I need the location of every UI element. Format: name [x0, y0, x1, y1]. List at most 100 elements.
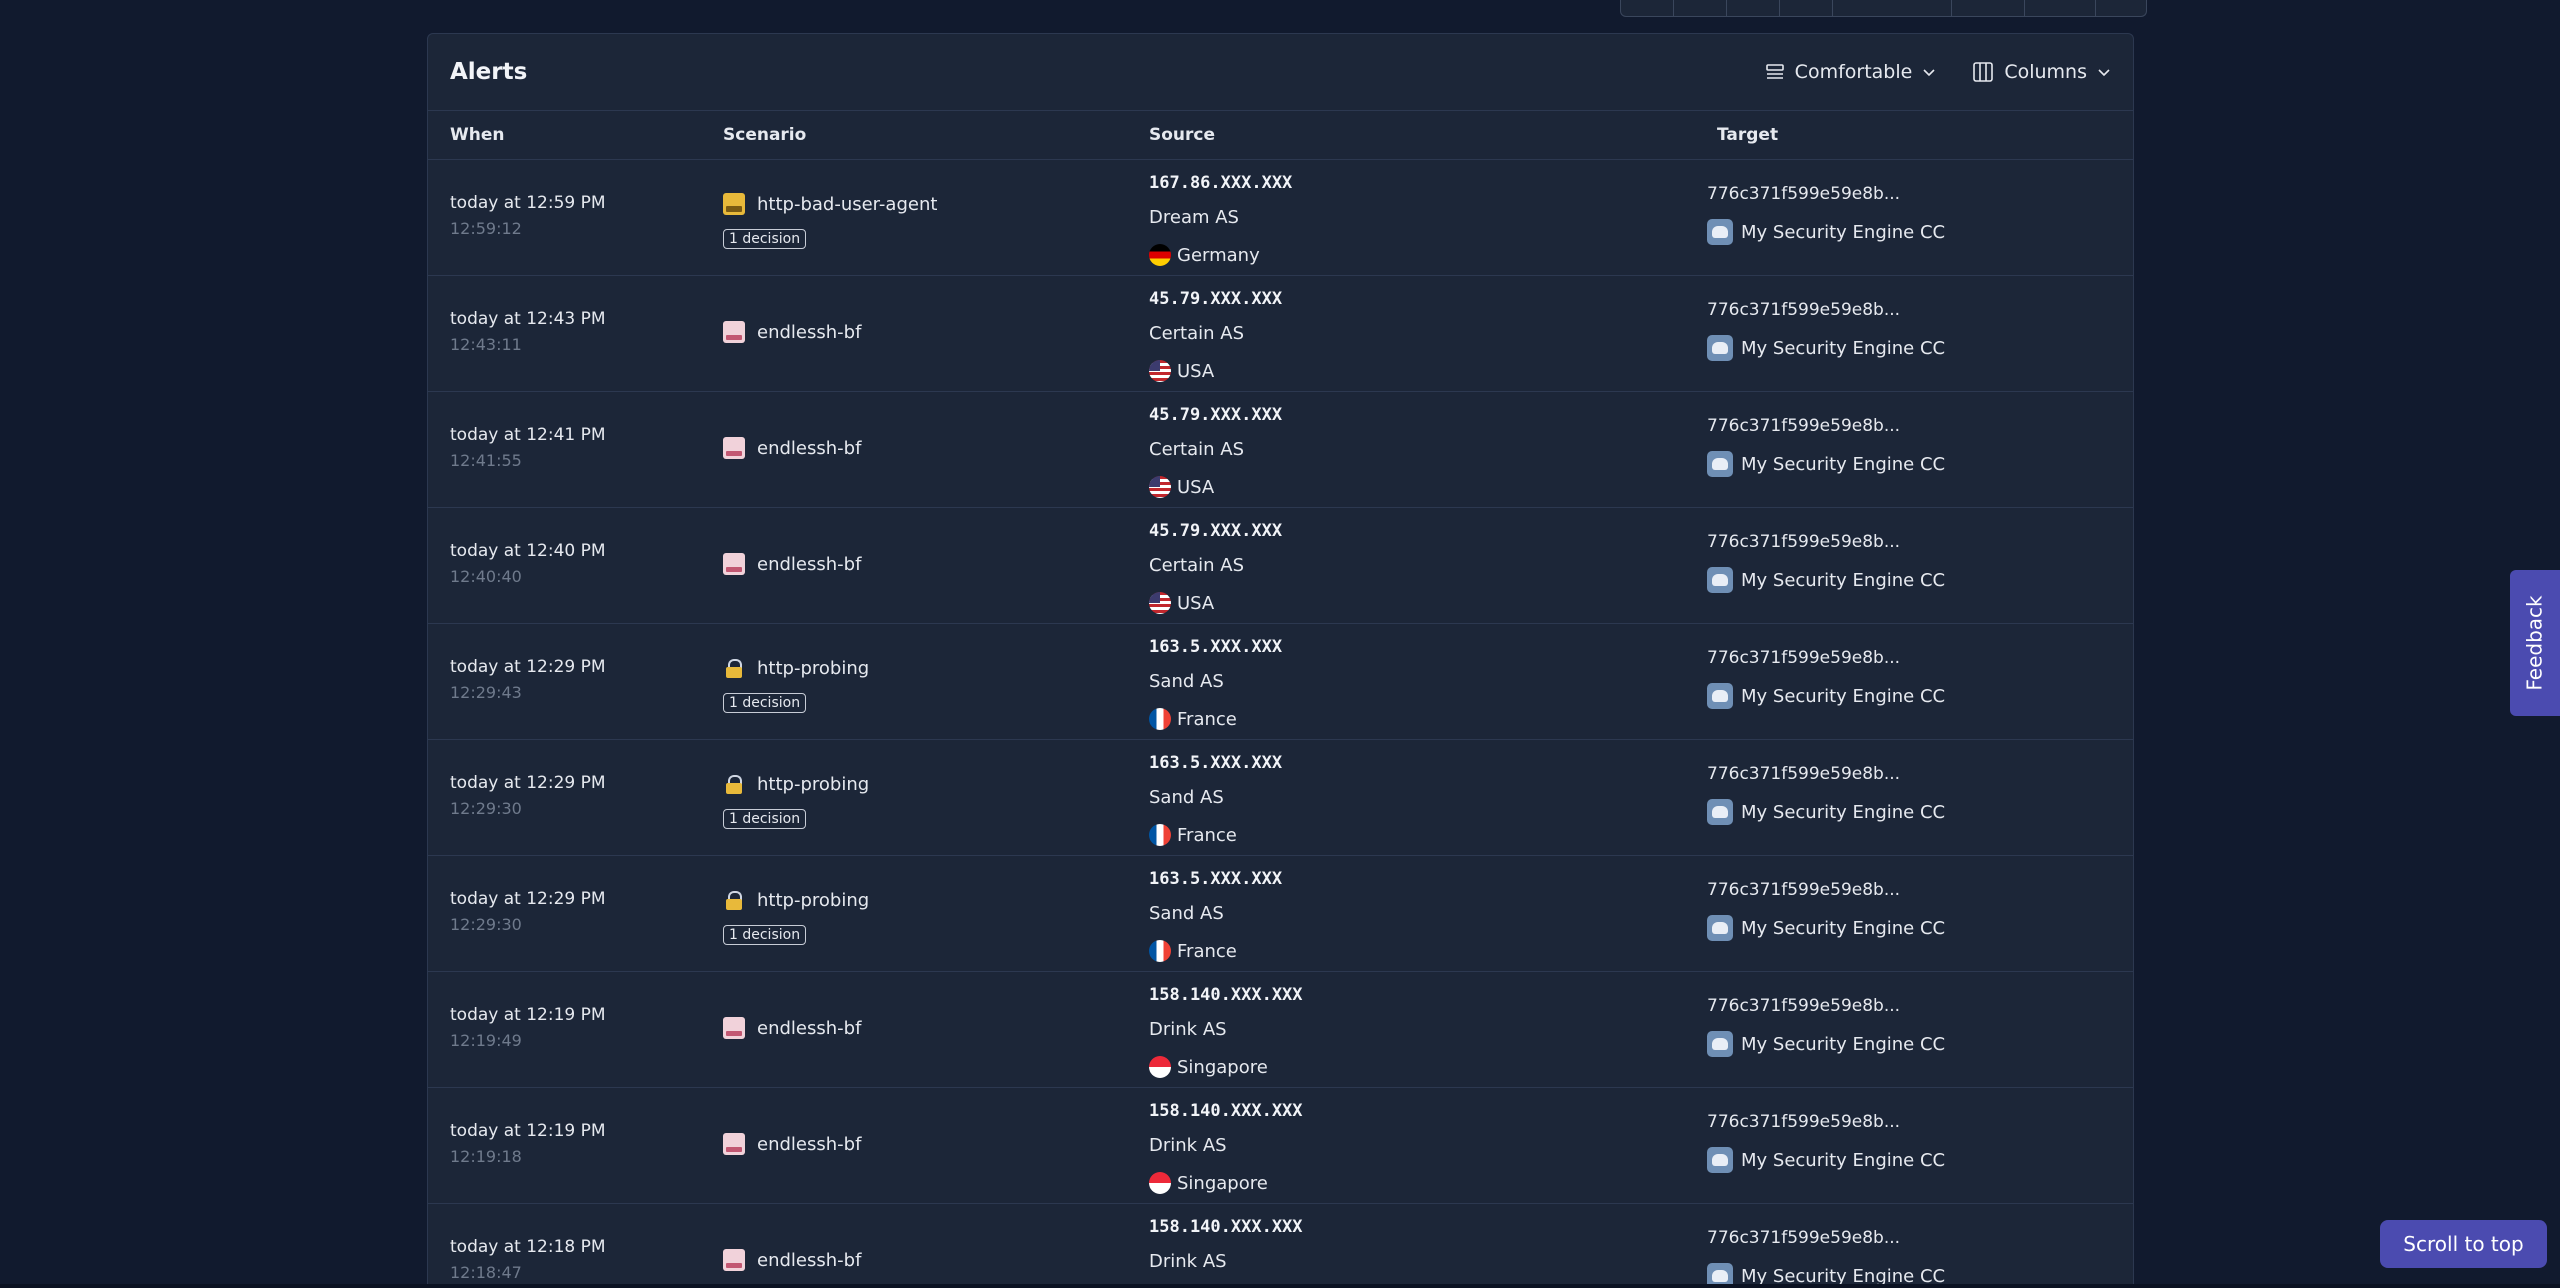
pagination-page-button[interactable]	[1727, 0, 1780, 16]
source-ip[interactable]: 158.140.XXX.XXX	[1149, 1217, 1303, 1237]
source-as: Drink AS	[1149, 1019, 1227, 1040]
security-engine-icon	[1707, 683, 1733, 709]
table-row[interactable]: today at 12:19 PM 12:19:18 endlessh-bf 1…	[428, 1088, 2133, 1204]
alert-scenario[interactable]: endlessh-bf	[723, 1249, 861, 1271]
table-row[interactable]: today at 12:29 PM 12:29:30 http-probing …	[428, 740, 2133, 856]
target-engine[interactable]: My Security Engine CC	[1707, 1031, 1945, 1057]
alert-when: today at 12:19 PM	[450, 1121, 606, 1141]
ssh-terminal-icon	[723, 437, 745, 459]
table-row[interactable]: today at 12:59 PM 12:59:12 http-bad-user…	[428, 160, 2133, 276]
target-id[interactable]: 776c371f599e59e8b...	[1707, 1228, 1900, 1248]
alert-scenario[interactable]: endlessh-bf	[723, 1017, 861, 1039]
target-engine[interactable]: My Security Engine CC	[1707, 451, 1945, 477]
column-header-source[interactable]: Source	[1149, 125, 1215, 145]
source-ip[interactable]: 163.5.XXX.XXX	[1149, 753, 1282, 773]
alert-scenario[interactable]: endlessh-bf	[723, 1133, 861, 1155]
target-id[interactable]: 776c371f599e59e8b...	[1707, 880, 1900, 900]
pagination-prev-button[interactable]	[1621, 0, 1674, 16]
target-id[interactable]: 776c371f599e59e8b...	[1707, 996, 1900, 1016]
column-header-when[interactable]: When	[450, 125, 505, 145]
alert-scenario[interactable]: http-bad-user-agent	[723, 193, 937, 215]
table-row[interactable]: today at 12:19 PM 12:19:49 endlessh-bf 1…	[428, 972, 2133, 1088]
table-row[interactable]: today at 12:41 PM 12:41:55 endlessh-bf 4…	[428, 392, 2133, 508]
target-engine[interactable]: My Security Engine CC	[1707, 683, 1945, 709]
security-engine-icon	[1707, 219, 1733, 245]
country-name: Germany	[1177, 244, 1260, 266]
alert-scenario[interactable]: http-probing	[723, 657, 869, 679]
columns-select[interactable]: Columns	[1972, 61, 2111, 83]
pagination-page-button[interactable]	[1674, 0, 1727, 16]
target-id[interactable]: 776c371f599e59e8b...	[1707, 300, 1900, 320]
source-ip[interactable]: 167.86.XXX.XXX	[1149, 173, 1292, 193]
source-country: France	[1149, 708, 1237, 730]
alert-time: 12:59:12	[450, 219, 522, 238]
source-ip[interactable]: 158.140.XXX.XXX	[1149, 985, 1303, 1005]
target-engine[interactable]: My Security Engine CC	[1707, 915, 1945, 941]
target-engine[interactable]: My Security Engine CC	[1707, 1147, 1945, 1173]
column-header-scenario[interactable]: Scenario	[723, 125, 806, 145]
alert-when: today at 12:29 PM	[450, 889, 606, 909]
target-engine[interactable]: My Security Engine CC	[1707, 799, 1945, 825]
source-ip[interactable]: 45.79.XXX.XXX	[1149, 521, 1282, 541]
engine-name: My Security Engine CC	[1741, 453, 1946, 475]
target-id[interactable]: 776c371f599e59e8b...	[1707, 184, 1900, 204]
source-as: Sand AS	[1149, 903, 1224, 924]
table-row[interactable]: today at 12:40 PM 12:40:40 endlessh-bf 4…	[428, 508, 2133, 624]
engine-name: My Security Engine CC	[1741, 1033, 1946, 1055]
target-engine[interactable]: My Security Engine CC	[1707, 335, 1945, 361]
decision-badge: 1 decision	[723, 925, 807, 945]
target-engine[interactable]: My Security Engine CC	[1707, 219, 1945, 245]
source-ip[interactable]: 163.5.XXX.XXX	[1149, 869, 1282, 889]
source-ip[interactable]: 158.140.XXX.XXX	[1149, 1101, 1303, 1121]
engine-name: My Security Engine CC	[1741, 917, 1946, 939]
alert-scenario[interactable]: endlessh-bf	[723, 321, 861, 343]
engine-name: My Security Engine CC	[1741, 801, 1946, 823]
security-engine-icon	[1707, 1031, 1733, 1057]
source-ip[interactable]: 45.79.XXX.XXX	[1149, 405, 1282, 425]
feedback-button[interactable]: Feedback	[2510, 570, 2560, 716]
ssh-terminal-icon	[723, 321, 745, 343]
scenario-name: endlessh-bf	[757, 1017, 862, 1039]
density-select[interactable]: Comfortable	[1765, 61, 1937, 83]
alert-when: today at 12:19 PM	[450, 1005, 606, 1025]
feedback-label: Feedback	[2523, 595, 2547, 691]
bad-user-agent-icon	[723, 193, 745, 215]
table-row[interactable]: today at 12:18 PM 12:18:47 endlessh-bf 1…	[428, 1204, 2133, 1288]
alert-scenario[interactable]: http-probing	[723, 889, 869, 911]
security-engine-icon	[1707, 915, 1733, 941]
column-header-target[interactable]: Target	[1717, 125, 1778, 145]
pagination-page-button[interactable]	[1780, 0, 1833, 16]
source-country: France	[1149, 940, 1237, 962]
decision-badge: 1 decision	[723, 229, 807, 249]
alert-when: today at 12:29 PM	[450, 657, 606, 677]
engine-name: My Security Engine CC	[1741, 337, 1946, 359]
scenario-name: http-probing	[757, 889, 870, 911]
scroll-to-top-button[interactable]: Scroll to top	[2380, 1220, 2547, 1268]
table-row[interactable]: today at 12:29 PM 12:29:43 http-probing …	[428, 624, 2133, 740]
target-engine[interactable]: My Security Engine CC	[1707, 567, 1945, 593]
source-as: Drink AS	[1149, 1251, 1227, 1272]
alert-scenario[interactable]: endlessh-bf	[723, 437, 861, 459]
pagination-page-button[interactable]	[1952, 0, 2025, 16]
lock-icon	[723, 773, 745, 795]
target-id[interactable]: 776c371f599e59e8b...	[1707, 764, 1900, 784]
source-ip[interactable]: 45.79.XXX.XXX	[1149, 289, 1282, 309]
source-country: USA	[1149, 360, 1214, 382]
pagination-page-button[interactable]	[2025, 0, 2096, 16]
target-id[interactable]: 776c371f599e59e8b...	[1707, 648, 1900, 668]
table-row[interactable]: today at 12:29 PM 12:29:30 http-probing …	[428, 856, 2133, 972]
alert-when: today at 12:43 PM	[450, 309, 606, 329]
alerts-card-header: Alerts Comfortable Columns	[428, 34, 2133, 111]
source-ip[interactable]: 163.5.XXX.XXX	[1149, 637, 1282, 657]
country-flag-icon	[1149, 940, 1171, 962]
pagination-next-button[interactable]	[2096, 0, 2146, 16]
alert-when: today at 12:59 PM	[450, 193, 606, 213]
target-id[interactable]: 776c371f599e59e8b...	[1707, 1112, 1900, 1132]
target-id[interactable]: 776c371f599e59e8b...	[1707, 416, 1900, 436]
alert-scenario[interactable]: endlessh-bf	[723, 553, 861, 575]
table-row[interactable]: today at 12:43 PM 12:43:11 endlessh-bf 4…	[428, 276, 2133, 392]
target-id[interactable]: 776c371f599e59e8b...	[1707, 532, 1900, 552]
source-country: Singapore	[1149, 1056, 1268, 1078]
alert-scenario[interactable]: http-probing	[723, 773, 869, 795]
pagination-page-button[interactable]	[1833, 0, 1952, 16]
